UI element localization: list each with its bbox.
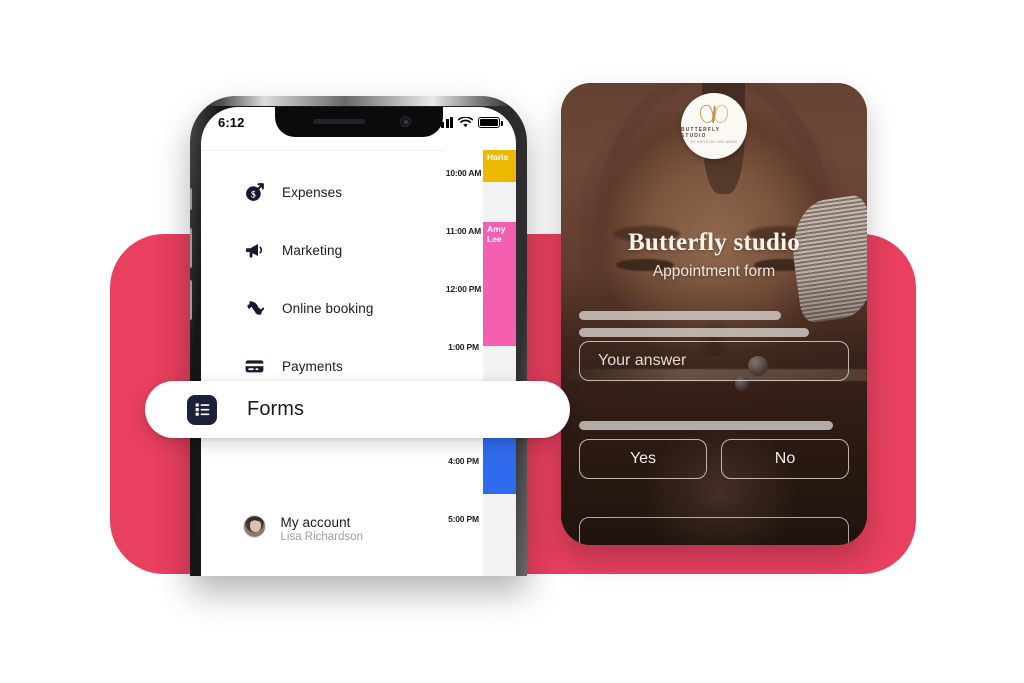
skeleton-line: [579, 328, 809, 337]
phone-volume-up-button[interactable]: [190, 228, 192, 268]
skeleton-line: [579, 421, 833, 430]
app-side-menu: $ Expenses Marketing Online booking Paym…: [201, 150, 444, 576]
calendar-event[interactable]: Haris: [483, 150, 516, 182]
wifi-icon: [458, 116, 473, 127]
calendar-time-label: 1:00 PM: [448, 342, 479, 352]
menu-item-marketing[interactable]: Marketing: [201, 230, 444, 270]
phone-mockup: 6:12 $ Expenses Marketing Online booking…: [190, 96, 527, 576]
credit-card-icon: [244, 356, 264, 376]
status-bar-time: 6:12: [218, 114, 245, 130]
forms-pill-label: Forms: [247, 398, 305, 420]
calendar-time-label: 4:00 PM: [448, 456, 479, 466]
menu-item-label: Marketing: [282, 242, 343, 258]
menu-item-my-account[interactable]: My account Lisa Richardson: [201, 514, 444, 556]
phone-volume-down-button[interactable]: [190, 280, 192, 320]
calendar-track: [483, 150, 516, 576]
option-no-button[interactable]: No: [721, 439, 849, 479]
account-user-name: Lisa Richardson: [280, 531, 363, 543]
appointment-form-card: BUTTERFLY STUDIO BY KRYSTAL ORLANDO Butt…: [561, 83, 867, 545]
calendar-time-label: 11:00 AM: [446, 226, 481, 236]
user-avatar: [242, 515, 266, 538]
phone-frame: 6:12 $ Expenses Marketing Online booking…: [190, 96, 527, 576]
megaphone-icon: [244, 240, 264, 260]
card-subtitle: Appointment form: [652, 263, 776, 280]
menu-item-label: Expenses: [282, 184, 343, 200]
menu-item-earn-free-months[interactable]: Earn free months: [201, 571, 444, 576]
forms-pill[interactable]: Forms: [145, 381, 570, 438]
battery-full-icon: [478, 116, 503, 128]
signature-label: Signature: [645, 539, 784, 545]
earpiece-speaker-icon: [312, 119, 365, 124]
option-yes-button[interactable]: Yes: [579, 439, 707, 479]
phone-mute-switch[interactable]: [190, 188, 192, 210]
card-title: Butterfly studio: [628, 229, 800, 256]
phone-notch: [274, 107, 443, 137]
butterfly-logo-icon: BUTTERFLY STUDIO BY KRYSTAL ORLANDO: [681, 93, 747, 159]
menu-item-online-booking[interactable]: Online booking: [201, 288, 444, 328]
answer-input[interactable]: Your answer: [579, 341, 849, 381]
calendar-column: 10:00 AM 11:00 AM 12:00 PM 1:00 PM PM 4:…: [444, 150, 516, 576]
menu-item-expenses[interactable]: $ Expenses: [201, 172, 444, 212]
phone-screen: 6:12 $ Expenses Marketing Online booking…: [201, 107, 516, 576]
calendar-time-label: 5:00 PM: [448, 514, 479, 524]
menu-gap: [201, 444, 444, 514]
logo-name: BUTTERFLY STUDIO: [681, 127, 721, 139]
status-bar-indicators: [436, 116, 503, 128]
menu-item-label: Payments: [282, 358, 343, 374]
calendar-event[interactable]: Amy Lee: [483, 222, 516, 346]
app-content: $ Expenses Marketing Online booking Paym…: [201, 150, 516, 576]
butterfly-glyph: [697, 103, 731, 125]
screenshot-canvas: 6:12 $ Expenses Marketing Online booking…: [0, 0, 1024, 683]
menu-item-label: My account: [280, 515, 351, 530]
menu-item-label: Online booking: [282, 300, 374, 316]
my-account-text-block: My account Lisa Richardson: [281, 515, 363, 543]
calendar-time-labels: 10:00 AM 11:00 AM 12:00 PM 1:00 PM PM 4:…: [444, 150, 483, 576]
svg-text:$: $: [251, 189, 256, 200]
calendar-time-label: 12:00 PM: [445, 284, 482, 294]
front-camera-icon: [399, 116, 411, 127]
skeleton-line: [579, 311, 781, 320]
forms-list-icon: [187, 394, 217, 425]
menu-item-payments[interactable]: Payments: [201, 346, 444, 386]
online-booking-icon: [244, 298, 264, 318]
phone-frame-highlight: [190, 96, 527, 106]
expenses-icon: $: [244, 182, 264, 202]
calendar-time-label: 10:00 AM: [445, 168, 482, 178]
signature-field[interactable]: Signature: [579, 517, 849, 545]
logo-subtitle: BY KRYSTAL ORLANDO: [690, 140, 738, 144]
